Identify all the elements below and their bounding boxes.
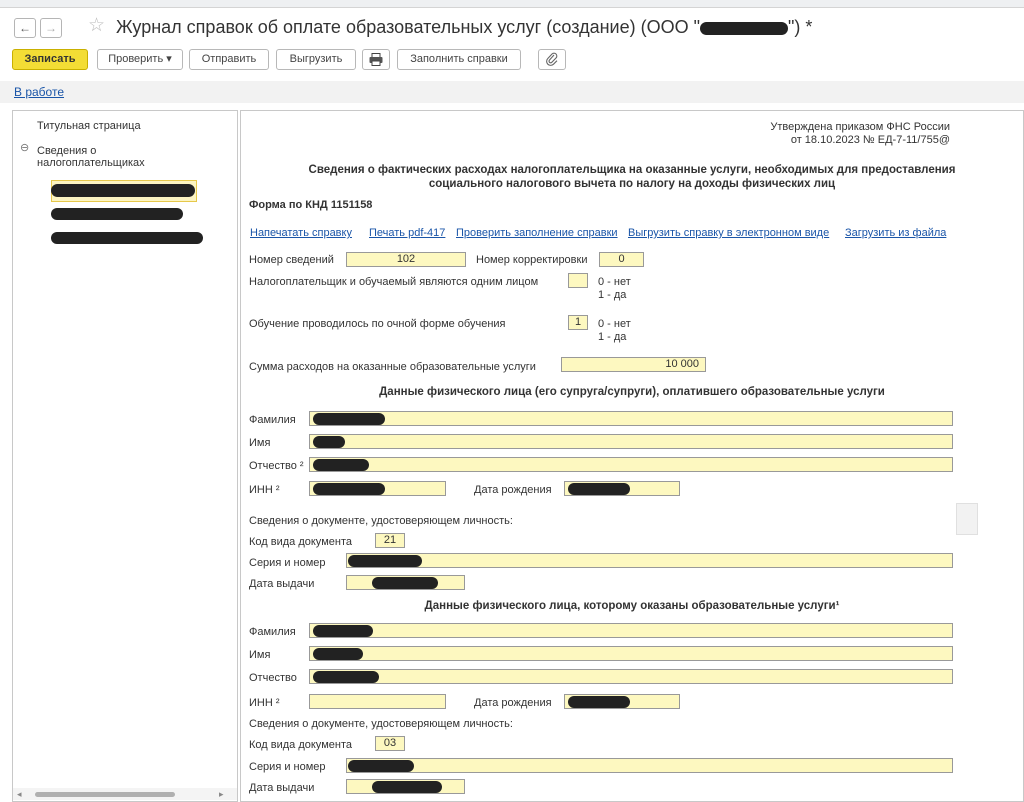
fulltime-field[interactable]: 1 <box>568 315 588 330</box>
same-person-field[interactable] <box>568 273 588 288</box>
window-tab-strip <box>0 0 1024 8</box>
same-person-option-no: 0 - нет <box>598 276 631 288</box>
tree-item-title-page[interactable]: Титульная страница <box>37 120 141 132</box>
redacted-student-issue-date <box>372 781 442 793</box>
redacted-student-last-name <box>313 625 373 637</box>
redacted-student-series <box>348 760 414 772</box>
export-button[interactable]: Выгрузить <box>276 49 356 70</box>
payer-patronymic-label: Отчество ² <box>249 460 304 472</box>
correction-field[interactable]: 0 <box>599 252 644 267</box>
form-heading-1: Сведения о фактических расходах налогопл… <box>308 164 956 176</box>
student-doc-code-label: Код вида документа <box>249 739 352 751</box>
attach-button[interactable] <box>538 49 566 70</box>
forward-button[interactable]: → <box>40 18 62 38</box>
tree-group-label-2[interactable]: налогоплательщиках <box>37 157 145 169</box>
student-inn-label: ИНН ² <box>249 697 280 709</box>
payer-first-name-field[interactable] <box>309 434 953 449</box>
paperclip-icon <box>546 52 558 66</box>
dropdown-arrow-icon: ▾ <box>166 53 172 65</box>
save-button[interactable]: Записать <box>12 49 88 70</box>
student-section-title: Данные физического лица, которому оказан… <box>424 600 840 612</box>
approval-line-1: Утверждена приказом ФНС России <box>770 121 950 133</box>
payer-patronymic-field[interactable] <box>309 457 953 472</box>
page-title: Журнал справок об оплате образовательных… <box>116 17 813 37</box>
payer-doc-code-label: Код вида документа <box>249 536 352 548</box>
payer-last-name-field[interactable] <box>309 411 953 426</box>
redacted-payer-issue-date <box>372 577 438 589</box>
student-first-name-field[interactable] <box>309 646 953 661</box>
load-from-file-link[interactable]: Загрузить из файла <box>845 227 946 239</box>
student-last-name-label: Фамилия <box>249 626 296 638</box>
payer-first-name-label: Имя <box>249 437 271 449</box>
number-label: Номер сведений <box>249 254 334 266</box>
redacted-student-first-name <box>313 648 363 660</box>
fulltime-option-yes: 1 - да <box>598 331 627 343</box>
payer-issue-date-label: Дата выдачи <box>249 578 315 590</box>
redacted-student-birth-date <box>568 696 630 708</box>
fulltime-label: Обучение проводилось по очной форме обуч… <box>249 318 506 330</box>
print-certificate-link[interactable]: Напечатать справку <box>250 227 352 239</box>
student-doc-info-label: Сведения о документе, удостоверяющем лич… <box>249 718 513 730</box>
approval-line-2: от 18.10.2023 № ЕД-7-11/755@ <box>790 134 950 146</box>
fulltime-option-no: 0 - нет <box>598 318 631 330</box>
check-dropdown-button[interactable]: Проверить ▾ <box>97 49 183 70</box>
payer-series-field[interactable] <box>346 553 953 568</box>
payer-section-title: Данные физического лица (его супруга/суп… <box>379 386 885 398</box>
print-pdf417-link[interactable]: Печать pdf-417 <box>369 227 445 239</box>
student-birth-date-label: Дата рождения <box>474 697 552 709</box>
printer-icon <box>369 53 383 66</box>
redacted-payer-inn <box>313 483 385 495</box>
payer-inn-label: ИНН ² <box>249 484 280 496</box>
sum-field[interactable]: 10 000 <box>561 357 706 372</box>
collapse-icon[interactable]: ⊖ <box>20 141 29 154</box>
status-bar <box>0 81 1024 103</box>
redacted-payer-birth-date <box>568 483 630 495</box>
favorite-star-icon[interactable]: ☆ <box>88 15 105 37</box>
payer-series-label: Серия и номер <box>249 557 326 569</box>
back-arrow-icon: ← <box>19 21 31 35</box>
knd-form-code: Форма по КНД 1151158 <box>249 199 373 211</box>
sum-label: Сумма расходов на оказанные образователь… <box>249 361 536 373</box>
number-field[interactable]: 102 <box>346 252 466 267</box>
payer-doc-code-field[interactable]: 21 <box>375 533 405 548</box>
status-link[interactable]: В работе <box>14 85 64 99</box>
redacted-payer-first-name <box>313 436 345 448</box>
student-series-label: Серия и номер <box>249 761 326 773</box>
print-button[interactable] <box>362 49 390 70</box>
redacted-payer-patronymic <box>313 459 369 471</box>
scrollbar-thumb[interactable] <box>35 792 175 797</box>
student-issue-date-label: Дата выдачи <box>249 782 315 794</box>
forward-arrow-icon: → <box>45 21 57 35</box>
payer-doc-info-label: Сведения о документе, удостоверяющем лич… <box>249 515 513 527</box>
redacted-tree-item-3[interactable] <box>51 232 203 244</box>
fill-certificates-button[interactable]: Заполнить справки <box>397 49 521 70</box>
payer-birth-date-label: Дата рождения <box>474 484 552 496</box>
student-last-name-field[interactable] <box>309 623 953 638</box>
student-inn-field[interactable] <box>309 694 446 709</box>
redacted-company <box>699 21 788 35</box>
student-patronymic-label: Отчество <box>249 672 297 684</box>
scroll-right-icon[interactable]: ▸ <box>219 789 224 800</box>
student-doc-code-field[interactable]: 03 <box>375 736 405 751</box>
payer-last-name-label: Фамилия <box>249 414 296 426</box>
tree-group-label-1[interactable]: Сведения о <box>37 145 96 157</box>
export-electronic-link[interactable]: Выгрузить справку в электронном виде <box>628 227 829 239</box>
same-person-label: Налогоплательщик и обучаемый являются од… <box>249 276 539 288</box>
same-person-option-yes: 1 - да <box>598 289 627 301</box>
check-certificate-link[interactable]: Проверить заполнение справки <box>456 227 618 239</box>
student-series-field[interactable] <box>346 758 953 773</box>
correction-label: Номер корректировки <box>476 254 588 266</box>
student-patronymic-field[interactable] <box>309 669 953 684</box>
redacted-tree-item-2[interactable] <box>51 208 183 220</box>
redacted-payer-series <box>348 555 422 567</box>
redacted-student-patronymic <box>313 671 379 683</box>
form-heading-2: социального налогового вычета по налогу … <box>428 178 836 190</box>
redacted-payer-last-name <box>313 413 385 425</box>
side-panel-placeholder <box>956 503 978 535</box>
scroll-left-icon[interactable]: ◂ <box>17 789 22 800</box>
student-first-name-label: Имя <box>249 649 271 661</box>
send-button[interactable]: Отправить <box>189 49 269 70</box>
redacted-tree-item-1 <box>51 184 195 197</box>
back-button[interactable]: ← <box>14 18 36 38</box>
